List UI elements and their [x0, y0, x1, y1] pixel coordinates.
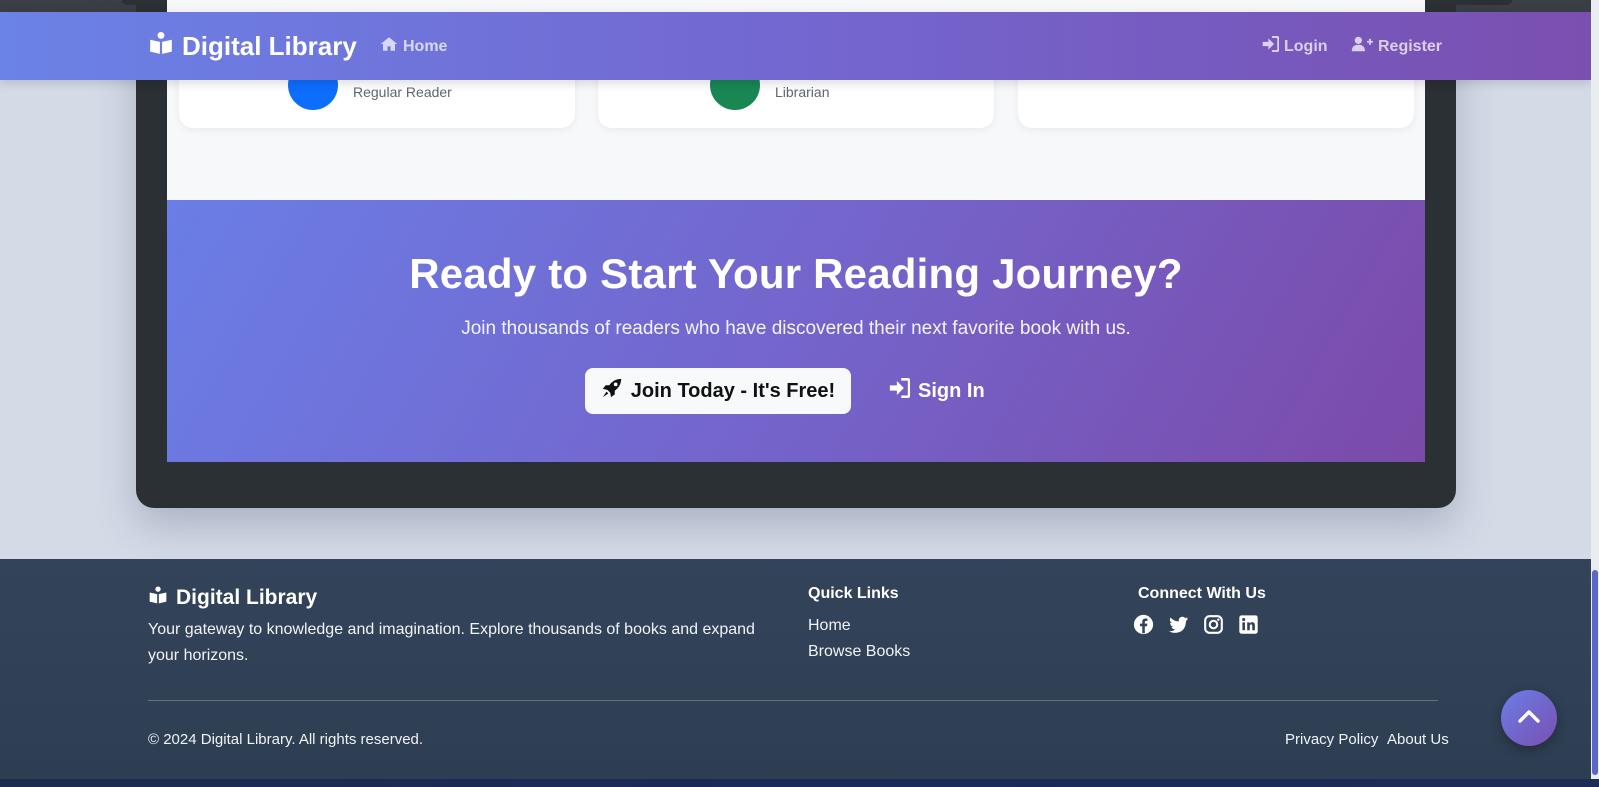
connect-heading: Connect With Us	[1138, 585, 1266, 602]
nav-login-label: Login	[1284, 37, 1328, 55]
nav-register-label: Register	[1378, 37, 1443, 55]
join-today-label: Join Today - It's Free!	[630, 379, 836, 402]
footer-description: Your gateway to knowledge and imaginatio…	[148, 621, 755, 664]
instagram-icon[interactable]	[1203, 614, 1224, 635]
facebook-icon[interactable]	[1133, 614, 1154, 635]
footer-link-home[interactable]: Home	[808, 617, 851, 635]
quick-links-heading: Quick Links	[808, 585, 899, 602]
book-reader-icon	[148, 30, 174, 63]
user-plus-icon	[1351, 36, 1373, 57]
copyright-text: © 2024 Digital Library. All rights reser…	[148, 731, 424, 748]
navbar: Digital Library Home Login Register	[0, 12, 1591, 80]
footer-link-browse-books[interactable]: Browse Books	[808, 643, 910, 661]
sign-in-label: Sign In	[918, 379, 985, 402]
chevron-up-icon	[1518, 709, 1540, 728]
footer-brand: Digital Library	[148, 585, 317, 611]
os-taskbar	[0, 779, 1599, 787]
brand-name: Digital Library	[182, 31, 357, 61]
testimonial-role: Librarian	[775, 84, 830, 100]
home-icon	[380, 36, 398, 57]
footer-divider	[148, 700, 1438, 701]
rocket-icon	[601, 377, 623, 405]
join-today-button[interactable]: Join Today - It's Free!	[585, 368, 851, 414]
page-scrollbar-thumb[interactable]	[1592, 570, 1598, 775]
testimonial-role: Regular Reader	[353, 84, 452, 100]
social-links	[1133, 614, 1259, 635]
nav-register-link[interactable]: Register	[1351, 36, 1442, 57]
cta-section: Ready to Start Your Reading Journey? Joi…	[167, 200, 1425, 462]
privacy-policy-link[interactable]: Privacy Policy	[1285, 731, 1378, 748]
footer: Digital Library Your gateway to knowledg…	[0, 559, 1591, 779]
sign-in-icon	[889, 377, 911, 404]
nav-home-link[interactable]: Home	[380, 36, 447, 57]
twitter-icon[interactable]	[1168, 614, 1189, 635]
book-reader-icon	[148, 585, 168, 611]
nav-home-label: Home	[403, 37, 448, 55]
nav-login-link[interactable]: Login	[1262, 35, 1328, 57]
about-us-link[interactable]: About Us	[1387, 731, 1449, 748]
cta-subtitle: Join thousands of readers who have disco…	[461, 318, 1131, 339]
navbar-brand[interactable]: Digital Library	[148, 30, 357, 63]
sign-in-button[interactable]: Sign In	[889, 368, 985, 414]
scroll-to-top-button[interactable]	[1501, 690, 1557, 746]
linkedin-icon[interactable]	[1238, 614, 1259, 635]
cta-title: Ready to Start Your Reading Journey?	[409, 250, 1183, 297]
footer-brand-name: Digital Library	[176, 586, 318, 609]
sign-in-icon	[1262, 35, 1280, 57]
